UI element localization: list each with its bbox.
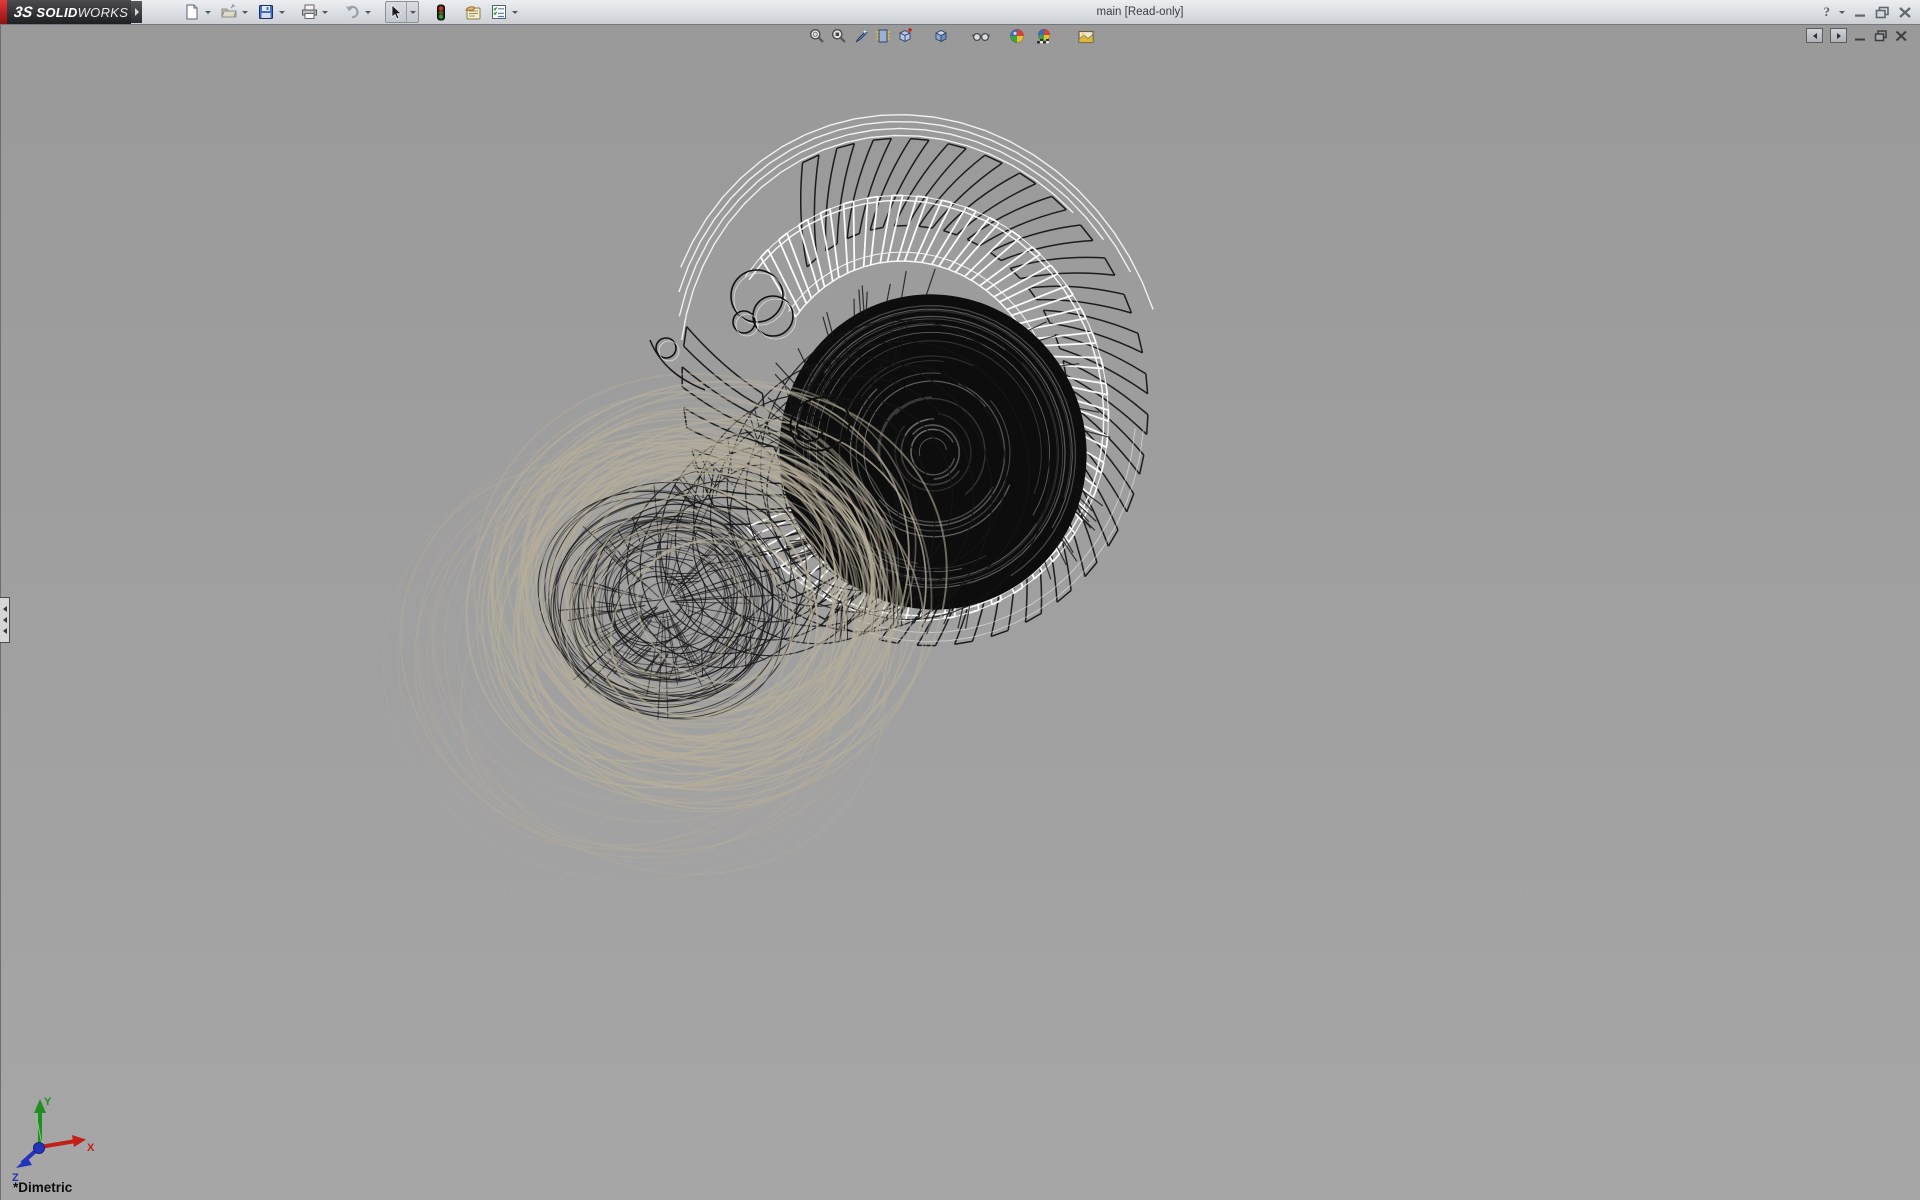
dropdown-arrow-icon	[205, 11, 211, 14]
ds-mark: 3S	[13, 4, 34, 21]
viewport-3d-model[interactable]	[0, 0, 1920, 1200]
hand-note-icon	[464, 4, 482, 20]
display-style-button[interactable]	[894, 27, 916, 45]
options-checklist-icon	[491, 4, 507, 20]
minimize-doc-button[interactable]	[1854, 30, 1867, 42]
right-triangle-icon	[1837, 33, 1841, 39]
left-triangle-icon	[3, 628, 7, 634]
dropdown-arrow-icon	[1839, 11, 1845, 14]
save-dropdown[interactable]	[276, 2, 287, 22]
right-triangle-icon	[135, 8, 139, 16]
select-tool-dropdown[interactable]	[407, 2, 418, 22]
new-document-button[interactable]	[182, 2, 202, 22]
open-button[interactable]	[219, 2, 239, 22]
close-doc-button[interactable]	[1895, 30, 1908, 42]
menu-flyout-arrow[interactable]	[131, 1, 142, 23]
dropdown-arrow-icon	[512, 11, 518, 14]
main-toolbar	[168, 0, 520, 24]
left-triangle-icon	[3, 617, 7, 623]
view-settings-icon	[1078, 29, 1095, 44]
brand-accent-stripe	[0, 0, 7, 24]
view-orientation-label: *Dimetric	[13, 1180, 72, 1195]
previous-pane-button[interactable]	[1806, 28, 1823, 43]
zoom-to-fit-button[interactable]	[806, 27, 828, 45]
logo-works: WORKS	[78, 5, 129, 20]
cursor-arrow-icon	[389, 4, 403, 20]
dropdown-arrow-icon	[365, 11, 371, 14]
document-window-controls	[1806, 28, 1908, 43]
select-tool-button[interactable]	[386, 2, 407, 22]
next-pane-button[interactable]	[1830, 28, 1847, 43]
close-button[interactable]	[1898, 6, 1912, 19]
apply-scene-button[interactable]	[1033, 27, 1055, 45]
eyeglasses-icon	[972, 29, 990, 43]
new-document-icon	[184, 4, 200, 20]
zoom-to-fit-icon	[809, 28, 825, 44]
solidworks-logo: 3S SOLIDWORKS	[7, 0, 131, 24]
undo-button[interactable]	[342, 2, 362, 22]
minimize-button[interactable]	[1854, 6, 1867, 18]
dropdown-arrow-icon	[410, 11, 416, 14]
print-button[interactable]	[299, 2, 319, 22]
open-dropdown[interactable]	[239, 2, 250, 22]
edit-appearance-button[interactable]	[1006, 27, 1028, 45]
new-document-dropdown[interactable]	[202, 2, 213, 22]
hide-show-items-button[interactable]	[970, 27, 992, 45]
zoom-to-area-button[interactable]	[828, 27, 850, 45]
scene-sphere-icon	[1036, 28, 1052, 44]
options-button[interactable]	[489, 2, 509, 22]
logo-solid: SOLID	[36, 5, 77, 20]
left-triangle-icon	[3, 606, 7, 612]
select-tool-group	[385, 1, 419, 23]
view-settings-button[interactable]	[1075, 27, 1097, 45]
featuremanager-collapsed-tab[interactable]	[0, 597, 10, 643]
save-button[interactable]	[256, 2, 276, 22]
dropdown-arrow-icon	[242, 11, 248, 14]
triad-x-label: X	[87, 1142, 95, 1154]
display-style-icon	[897, 28, 913, 44]
file-properties-button[interactable]	[463, 2, 483, 22]
solidworks-window: 3S SOLIDWORKS	[0, 0, 1920, 1200]
window-title: main [Read-only]	[1097, 0, 1184, 24]
printer-icon	[301, 4, 318, 20]
titlebar-controls: ?	[1824, 0, 1913, 24]
open-folder-icon	[221, 4, 238, 20]
orientation-triad: Y X Z	[6, 1093, 98, 1185]
print-dropdown[interactable]	[319, 2, 330, 22]
shaded-cube-icon	[933, 28, 949, 44]
restore-doc-button[interactable]	[1874, 30, 1888, 42]
save-floppy-icon	[258, 4, 274, 20]
headsup-view-toolbar	[806, 27, 1097, 45]
help-button[interactable]: ?	[1824, 4, 1831, 20]
stoplight-icon	[436, 4, 446, 21]
zoom-to-area-icon	[831, 28, 847, 44]
restore-button[interactable]	[1875, 6, 1890, 19]
undo-arrow-icon	[344, 4, 361, 20]
shaded-cube-button[interactable]	[930, 27, 952, 45]
dropdown-arrow-icon	[279, 11, 285, 14]
undo-dropdown[interactable]	[362, 2, 373, 22]
appearance-sphere-icon	[1009, 28, 1025, 44]
options-dropdown[interactable]	[509, 2, 520, 22]
view-orientation-icon	[875, 28, 891, 44]
left-triangle-icon	[1813, 33, 1817, 39]
triad-y-label: Y	[44, 1096, 52, 1108]
section-view-button[interactable]	[850, 27, 872, 45]
rebuild-button[interactable]	[431, 2, 451, 22]
dropdown-arrow-icon	[322, 11, 328, 14]
help-dropdown[interactable]	[1838, 2, 1846, 22]
titlebar: 3S SOLIDWORKS	[0, 0, 1920, 25]
view-orientation-button[interactable]	[872, 27, 894, 45]
section-knife-icon	[853, 28, 869, 44]
